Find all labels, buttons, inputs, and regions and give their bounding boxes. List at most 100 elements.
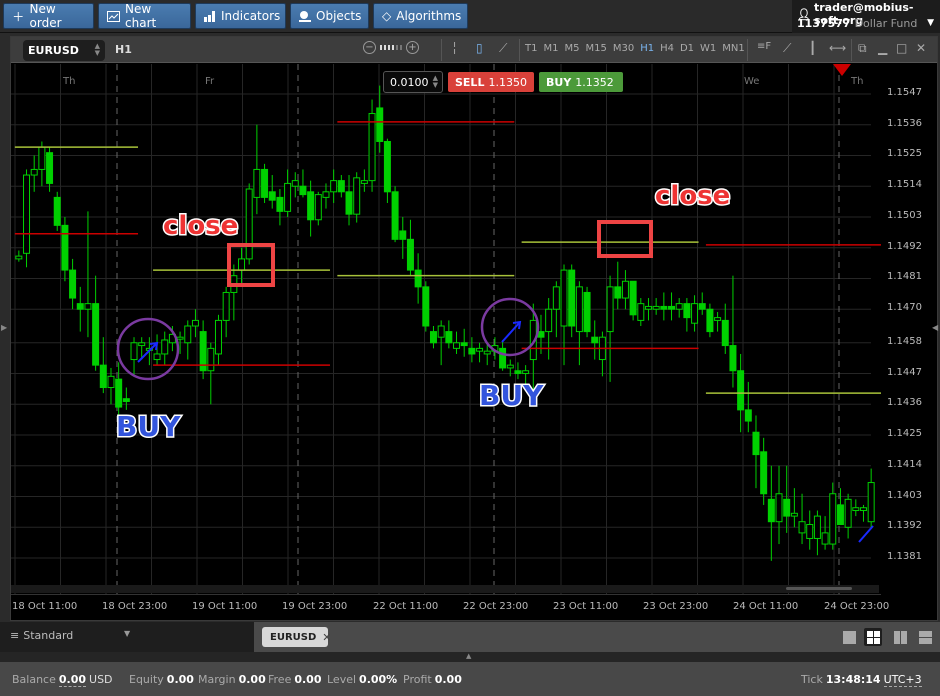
maximize-icon[interactable]: □ [896,41,907,55]
candle-body [222,291,230,321]
line-type-icon[interactable]: ⟋ [499,41,507,56]
close-tab-icon[interactable]: ✕ [322,631,331,644]
timeframe-d1[interactable]: D1 [680,43,694,54]
sell-button[interactable]: SELL 1.1350 [448,72,534,92]
time-axis[interactable]: 18 Oct 11:00 18 Oct 23:00 19 Oct 11:00 19 O… [11,594,889,620]
timeframe-t1[interactable]: T1 [525,43,537,54]
timeframe-h1[interactable]: H1 [640,43,654,54]
chevron-down-icon[interactable]: ▼ [927,18,934,28]
candle [767,465,775,561]
time-tick-label: 24 Oct 23:00 [824,601,890,612]
trendline-icon[interactable]: ⟋ [783,41,791,56]
indicators-button[interactable]: Indicators [195,3,286,29]
candle-body [376,107,384,142]
buy-label: BUY [479,379,544,412]
zoom-in-icon[interactable]: + [406,41,419,54]
chart-icon [107,10,121,22]
bar-type-icon[interactable]: ╎ [451,41,458,55]
candle-body [46,152,54,184]
vertical-line-icon[interactable]: ┃ [809,41,816,55]
candle-body [99,364,107,389]
minimize-icon[interactable]: ▁ [878,41,887,55]
candle-body [537,331,545,338]
timeframe-m30[interactable]: M30 [613,43,634,54]
candle [69,258,77,310]
close-icon[interactable]: ✕ [916,41,926,55]
layout-grid-icon[interactable] [864,628,882,646]
price-chart[interactable]: Th Fr We Th BUY close BUY close [11,64,881,594]
candle [821,516,829,550]
candle-body [268,191,276,201]
timeframe-m5[interactable]: M5 [564,43,579,54]
tab-eurusd[interactable]: EURUSD ✕ [262,627,332,647]
candle-body [744,409,752,422]
candle [644,298,652,321]
popout-icon[interactable]: ⧉ [858,41,867,56]
panel-splitter[interactable]: ▲ [0,652,940,662]
price-tick-label: 1.1381 [887,551,922,563]
candle [775,465,783,545]
collapse-right-icon[interactable]: ◀ [932,323,938,332]
candle-body [813,515,821,539]
buy-arrow [501,321,521,343]
collapse-left-icon[interactable]: ▶ [1,323,7,332]
timeframe-w1[interactable]: W1 [700,43,716,54]
scrollbar-thumb[interactable] [786,587,852,590]
price-axis[interactable]: 1.1547 1.1536 1.1525 1.1514 1.1503 1.1492 1.14… [881,64,937,594]
candle-body [867,482,875,523]
timeframe-h4[interactable]: H4 [660,43,674,54]
candle [422,281,430,332]
account-selector[interactable]: 👤︎ trader@mobius-soft.org 1137577 Dollar F… [792,0,940,33]
price-tick-label: 1.1436 [887,397,922,409]
free-margin: Free 0.00 [268,673,322,686]
candle-body [775,493,783,523]
candle [337,175,345,198]
candle [637,298,645,326]
timeframe-m15[interactable]: M15 [585,43,606,54]
candle-body [783,498,791,517]
candle [429,326,437,349]
candle-body [545,308,553,333]
candle [445,320,453,349]
new-chart-button[interactable]: New chart [98,2,191,30]
timeframe-m1[interactable]: M1 [543,43,558,54]
horizontal-scrollbar[interactable] [11,585,879,593]
candle [238,247,246,287]
fibonacci-icon[interactable]: ≡F [757,41,771,52]
candle-body [153,353,161,361]
algorithms-button[interactable]: ◇ Algorithms [373,3,468,29]
candle [867,468,875,528]
layout-single-icon[interactable] [840,628,858,646]
candle-body [760,451,768,495]
candlestick-type-icon[interactable]: ▯ [476,41,483,55]
candle-body [337,180,345,193]
workspace-select[interactable]: ≡ Standard ▼ [10,629,130,642]
zoom-level-indicator[interactable] [380,45,402,50]
candle [92,275,100,371]
symbol-select[interactable]: EURUSD ▲ ▼ [23,40,105,61]
layout-rows-icon[interactable] [916,628,934,646]
candle [591,320,599,360]
lot-size-input[interactable]: 0.0100 ▲ ▼ [383,71,443,93]
price-tick-label: 1.1470 [887,302,922,314]
candle [790,488,798,528]
candle [353,172,361,223]
objects-button[interactable]: Objects [290,3,369,29]
candle [276,189,284,226]
timeframe-mn1[interactable]: MN1 [722,43,744,54]
candle [652,298,660,315]
horizontal-line-icon[interactable]: ⟷ [829,41,846,55]
candle [61,216,69,282]
new-order-button[interactable]: ＋ New order [3,2,94,30]
zoom-out-icon[interactable]: − [363,41,376,54]
current-time-marker [833,64,851,76]
candle-body [38,146,46,170]
candle [545,298,553,360]
buy-button[interactable]: BUY 1.1352 [539,72,623,92]
timezone-select[interactable]: UTC+3 [883,673,922,687]
expand-up-icon[interactable]: ▲ [466,652,471,660]
time-tick-label: 22 Oct 23:00 [463,601,529,612]
candle-body [859,507,867,512]
candle-body [61,224,69,271]
layout-columns-icon[interactable] [891,628,909,646]
